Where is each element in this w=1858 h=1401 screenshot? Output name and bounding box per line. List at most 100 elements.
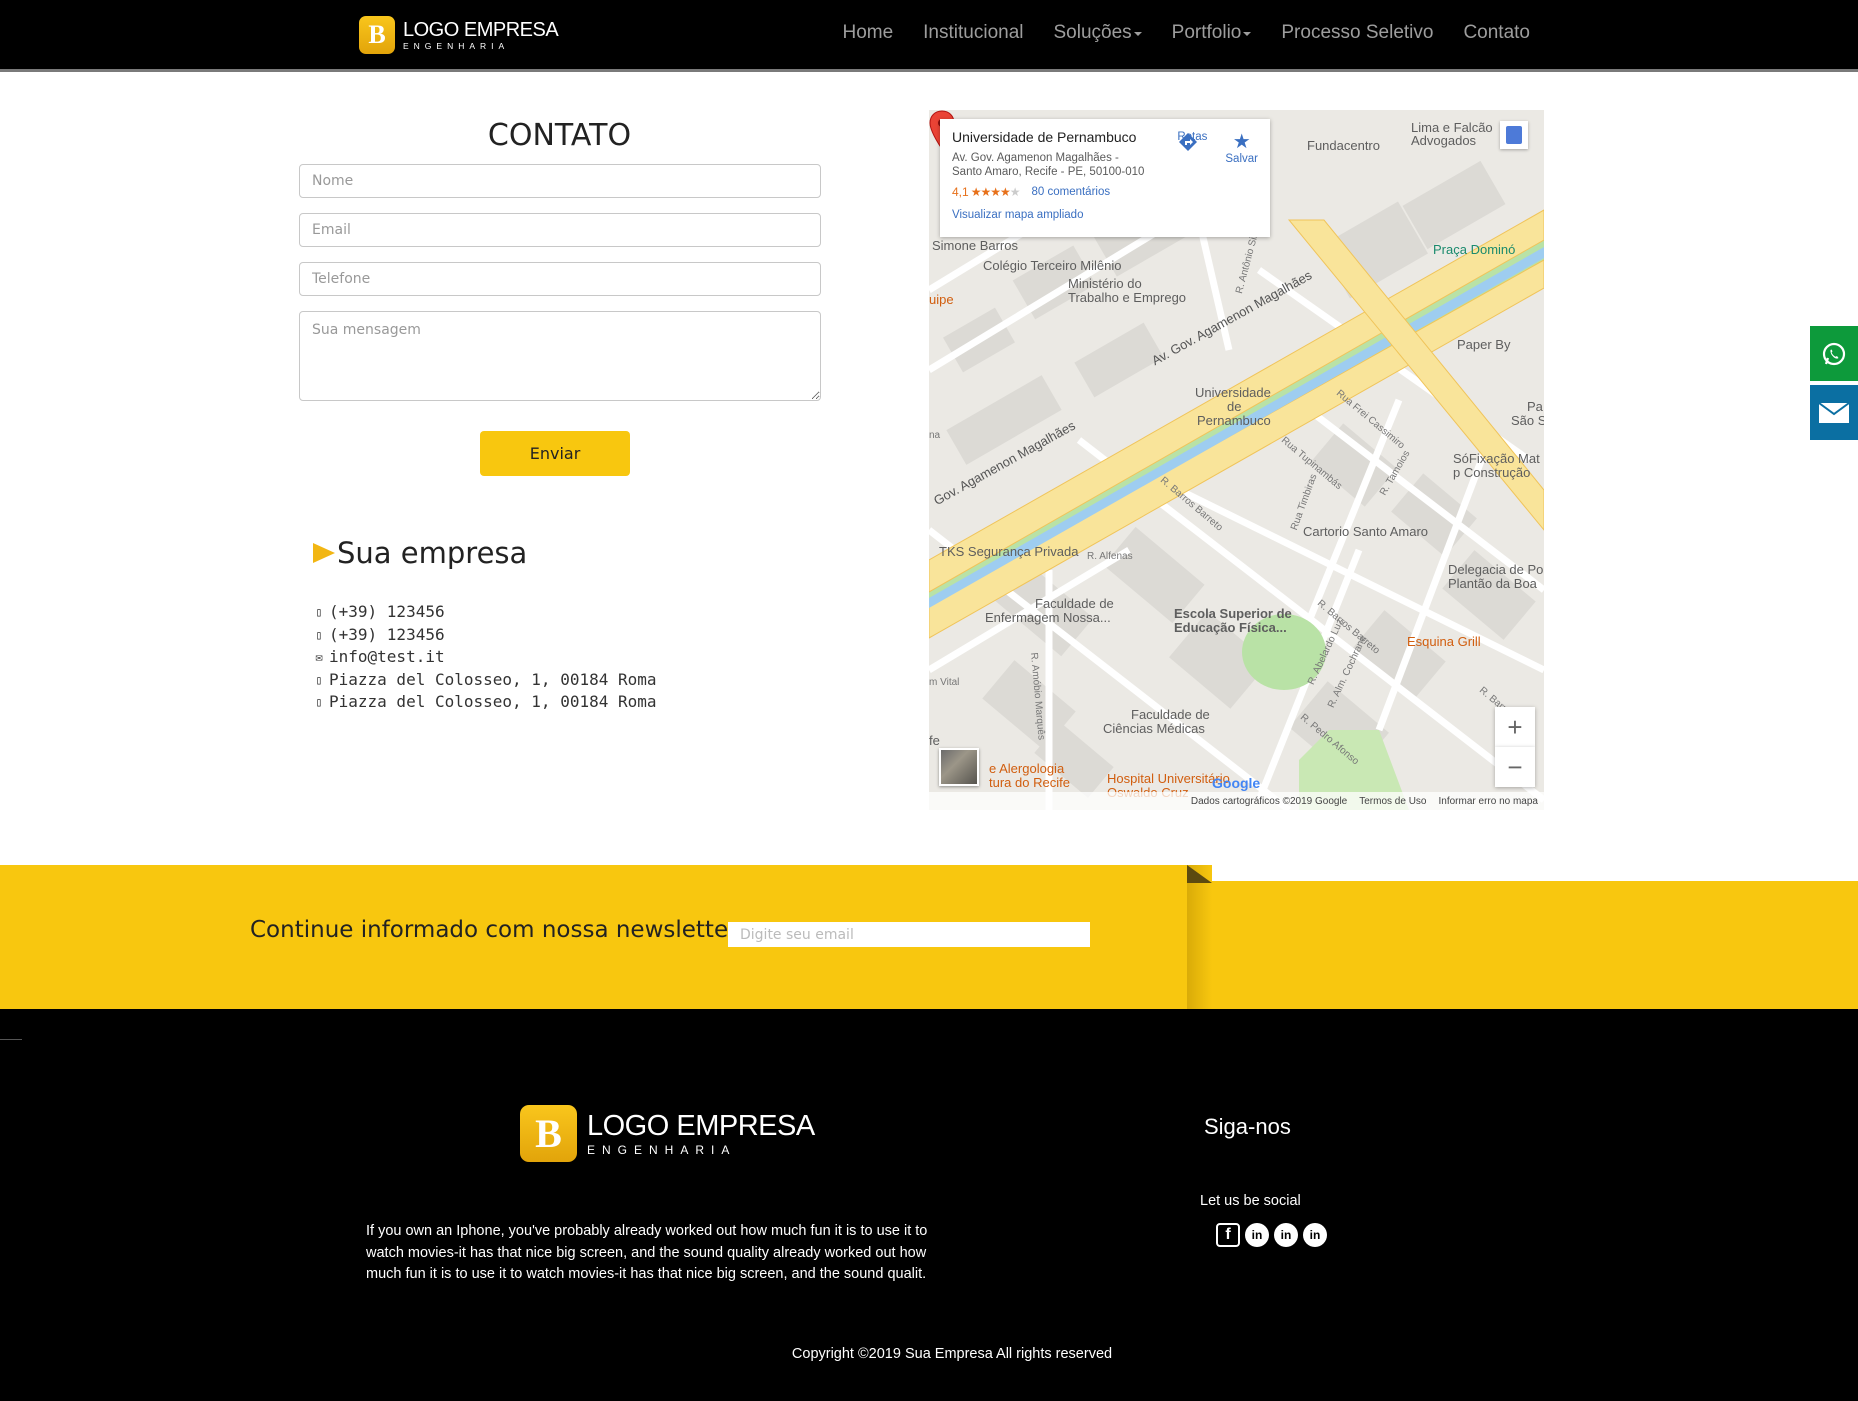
ribbon-fold-tip bbox=[1187, 865, 1212, 883]
nav-portfolio-label: Portfolio bbox=[1171, 22, 1242, 43]
company-mobile: ▯ (+39) 123456 bbox=[313, 624, 657, 647]
contact-title: CONTATO bbox=[487, 118, 632, 153]
company-address: ▯ Piazza del Colosseo, 1, 00184 Roma bbox=[313, 669, 657, 692]
place-rating: 4,1 ★★★★★ 80 comentários bbox=[952, 185, 1258, 199]
nav-contato[interactable]: Contato bbox=[1463, 22, 1530, 44]
star-icon: ★ bbox=[1232, 131, 1251, 153]
phone-field[interactable] bbox=[299, 262, 821, 296]
map-label: Faculdade de bbox=[1131, 707, 1210, 722]
map-label: Pa bbox=[1527, 399, 1543, 414]
name-field[interactable] bbox=[299, 164, 821, 198]
company-address: ▯ Piazza del Colosseo, 1, 00184 Roma bbox=[313, 691, 657, 714]
nav-solucoes-label: Soluções bbox=[1053, 22, 1132, 43]
company-phone: ▯ (+39) 123456 bbox=[313, 601, 657, 624]
google-wordmark: Google bbox=[1212, 775, 1261, 791]
caret-down-icon bbox=[1243, 32, 1252, 36]
nav-home[interactable]: Home bbox=[842, 22, 893, 44]
map-label: R. Alfenas bbox=[1087, 551, 1133, 562]
footer-logo[interactable]: B LOGO EMPRESA ENGENHARIA bbox=[520, 1105, 815, 1162]
company-address-text: Piazza del Colosseo, 1, 00184 Roma bbox=[329, 669, 657, 689]
send-button[interactable]: Enviar bbox=[480, 431, 630, 476]
map-label: de bbox=[1227, 399, 1242, 414]
directions-button[interactable]: Rotas bbox=[1177, 131, 1207, 165]
mobile-icon: ▯ bbox=[315, 627, 323, 642]
email-field[interactable] bbox=[299, 213, 821, 247]
copyright: Copyright ©2019 Sua Empresa All rights r… bbox=[791, 1346, 1113, 1362]
email-button[interactable] bbox=[1810, 385, 1858, 440]
logo-mark: B bbox=[359, 16, 395, 54]
triangle-bullet-icon bbox=[313, 543, 335, 563]
map-label: Esquina Grill bbox=[1407, 634, 1481, 649]
map-label: m Vital bbox=[929, 677, 960, 688]
map-label: São S bbox=[1511, 413, 1544, 428]
logo-name: LOGO EMPRESA bbox=[587, 1109, 815, 1142]
message-field[interactable] bbox=[299, 311, 821, 401]
newsletter-email-input[interactable] bbox=[728, 922, 1090, 947]
social-tagline: Let us be social bbox=[1200, 1193, 1301, 1209]
nav-institucional-label: Institucional bbox=[923, 22, 1024, 43]
map-label: TKS Segurança Privada bbox=[939, 544, 1079, 559]
map-label: Educação Física... bbox=[1174, 620, 1287, 635]
zoom-out-button[interactable]: − bbox=[1495, 747, 1535, 787]
save-place-button[interactable]: ★ Salvar bbox=[1225, 131, 1258, 165]
map-label: Advogados bbox=[1411, 133, 1477, 148]
map-label: Praça Dominó bbox=[1433, 242, 1516, 257]
logo-name: LOGO EMPRESA bbox=[403, 18, 559, 41]
header-logo[interactable]: B LOGO EMPRESA ENGENHARIA bbox=[359, 16, 559, 54]
map-label: Cartorio Santo Amaro bbox=[1303, 524, 1429, 539]
logo-tagline: ENGENHARIA bbox=[587, 1142, 737, 1157]
reviews-link[interactable]: 80 comentários bbox=[1031, 186, 1110, 198]
map-attribution-bar: Dados cartográficos ©2019 Google Termos … bbox=[929, 792, 1544, 810]
main-nav: Home Institucional Soluções Portfolio Pr… bbox=[812, 0, 1530, 66]
map-label: Delegacia de Po bbox=[1448, 562, 1544, 577]
facebook-icon[interactable]: f bbox=[1216, 1223, 1240, 1247]
newsletter-label: Continue informado com nossa newsletter bbox=[250, 917, 738, 943]
map-label: Trabalho e Emprego bbox=[1068, 290, 1187, 305]
newsletter-panel-right bbox=[1187, 881, 1858, 1025]
map-label: SóFixação Mat bbox=[1453, 451, 1540, 466]
map-label: Ministério do bbox=[1068, 276, 1142, 291]
company-email: ✉ info@test.it bbox=[313, 646, 657, 669]
company-heading: Sua empresa bbox=[313, 536, 527, 570]
map-label: na bbox=[929, 430, 941, 441]
logo-tagline: ENGENHARIA bbox=[403, 40, 510, 51]
newsletter-band: Continue informado com nossa newsletter bbox=[0, 865, 1858, 1025]
map-label: e Alergologia bbox=[989, 761, 1065, 776]
nav-home-label: Home bbox=[842, 22, 894, 43]
zoom-in-button[interactable]: + bbox=[1495, 707, 1535, 747]
map-marker-icon: ▯ bbox=[315, 672, 323, 687]
company-mobile-text: (+39) 123456 bbox=[329, 624, 445, 644]
logo-wordmark: LOGO EMPRESA ENGENHARIA bbox=[403, 18, 559, 51]
linkedin-icon[interactable]: in bbox=[1303, 1223, 1327, 1247]
map-label: Ciências Médicas bbox=[1103, 721, 1205, 736]
company-address-text: Piazza del Colosseo, 1, 00184 Roma bbox=[329, 692, 657, 712]
nav-portfolio-dropdown[interactable]: Portfolio bbox=[1172, 22, 1252, 44]
map-label: Paper By bbox=[1457, 337, 1511, 352]
pegman-icon bbox=[1506, 126, 1522, 144]
whatsapp-button[interactable] bbox=[1810, 326, 1858, 381]
map-label: Universidade bbox=[1195, 385, 1271, 400]
logo-mark: B bbox=[520, 1105, 577, 1162]
company-info-list: ▯ (+39) 123456 ▯ (+39) 123456 ✉ info@test.… bbox=[313, 601, 657, 714]
street-view-pegman-button[interactable] bbox=[1500, 121, 1528, 149]
larger-map-link[interactable]: Visualizar mapa ampliado bbox=[952, 209, 1258, 221]
nav-institucional[interactable]: Institucional bbox=[923, 22, 1023, 44]
map-terms-link[interactable]: Termos de Uso bbox=[1359, 796, 1426, 807]
linkedin-icon[interactable]: in bbox=[1245, 1223, 1269, 1247]
map-report-link[interactable]: Informar erro no mapa bbox=[1439, 796, 1539, 807]
social-links: f in in in bbox=[1216, 1223, 1327, 1247]
google-map[interactable]: Fundacentro Lima e Falcão Advogados Simo… bbox=[929, 110, 1544, 810]
nav-processo-seletivo-label: Processo Seletivo bbox=[1281, 22, 1434, 43]
top-navbar: B LOGO EMPRESA ENGENHARIA Home Instituci… bbox=[0, 0, 1858, 72]
site-footer: B LOGO EMPRESA ENGENHARIA If you own an … bbox=[0, 1009, 1858, 1401]
stars-on: ★★★★ bbox=[970, 185, 1011, 199]
linkedin-icon[interactable]: in bbox=[1274, 1223, 1298, 1247]
phone-icon: ▯ bbox=[315, 605, 323, 619]
company-title: Sua empresa bbox=[337, 536, 528, 570]
directions-icon bbox=[1179, 133, 1198, 151]
nav-solucoes-dropdown[interactable]: Soluções bbox=[1054, 22, 1142, 44]
nav-processo-seletivo[interactable]: Processo Seletivo bbox=[1281, 22, 1433, 44]
envelope-icon: ✉ bbox=[315, 650, 323, 665]
envelope-icon bbox=[1818, 401, 1850, 423]
satellite-toggle-thumbnail[interactable] bbox=[939, 748, 979, 786]
